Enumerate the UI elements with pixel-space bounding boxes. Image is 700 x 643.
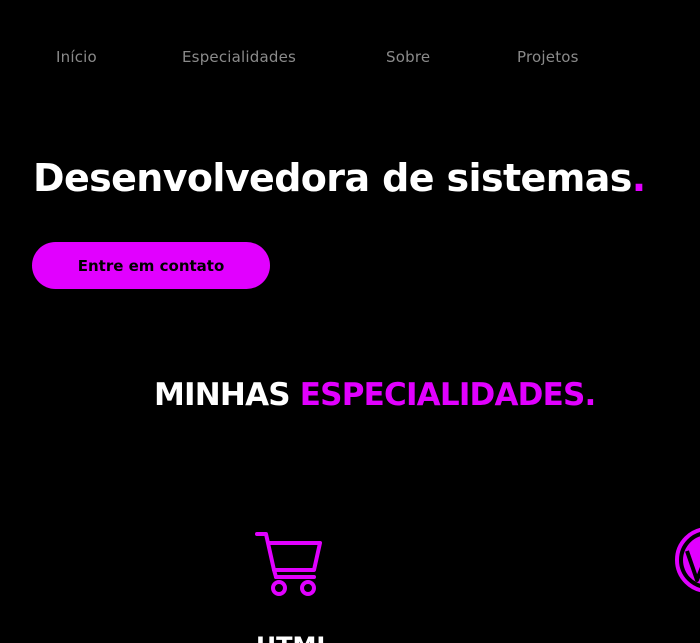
page: Início Especialidades Sobre Projetos Des… bbox=[0, 0, 700, 643]
specialties-title-accent: ESPECIALIDADES. bbox=[299, 377, 597, 413]
hero-title: Desenvolvedora de sistemas. bbox=[33, 156, 646, 200]
top-nav: Início Especialidades Sobre Projetos bbox=[0, 48, 700, 70]
nav-link-especialidades[interactable]: Especialidades bbox=[182, 48, 296, 66]
hero-title-dot: . bbox=[631, 156, 646, 200]
card-label-html: HTML bbox=[256, 632, 332, 643]
nav-link-projetos[interactable]: Projetos bbox=[517, 48, 579, 66]
specialties-title-white: MINHAS bbox=[154, 377, 291, 413]
contact-button[interactable]: Entre em contato bbox=[32, 242, 270, 289]
specialties-title: MINHAS ESPECIALIDADES. bbox=[154, 377, 596, 413]
hero-title-text: Desenvolvedora de sistemas bbox=[33, 156, 632, 200]
wordpress-icon bbox=[675, 527, 700, 593]
nav-link-inicio[interactable]: Início bbox=[56, 48, 97, 66]
nav-link-sobre[interactable]: Sobre bbox=[386, 48, 430, 66]
shopping-cart-icon bbox=[255, 532, 322, 596]
